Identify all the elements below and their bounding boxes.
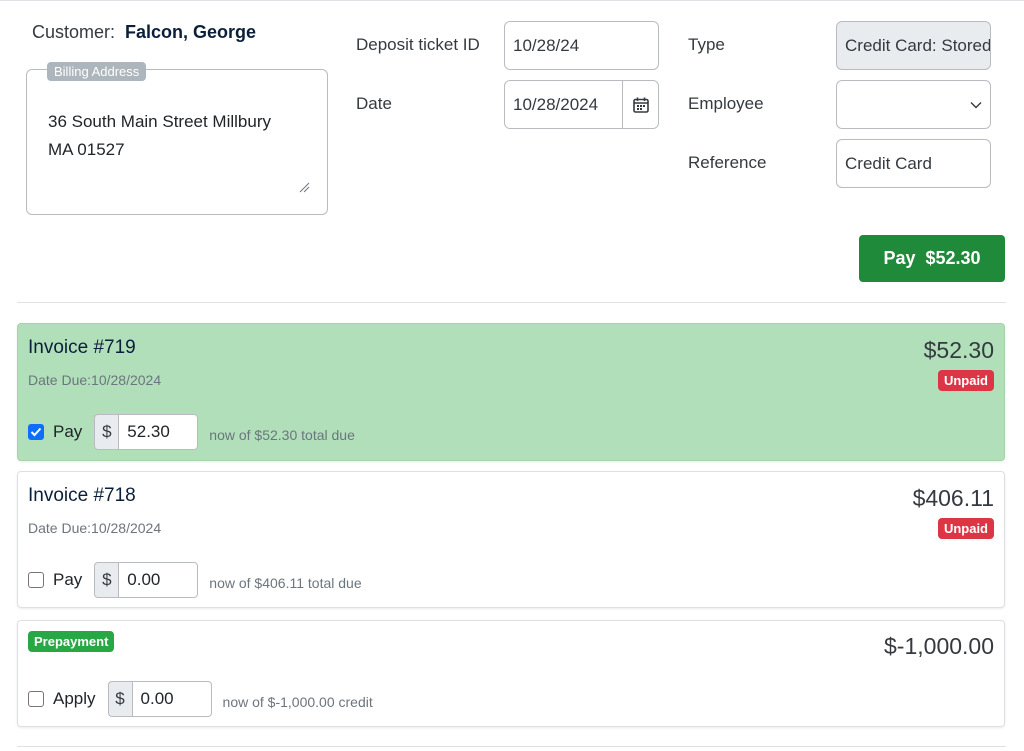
invoice-due-date: Date Due:10/28/2024 [28,372,162,388]
type-value: Credit Card: Stored [845,35,991,55]
date-value: 10/28/2024 [513,94,599,114]
customer-name[interactable]: Falcon, George [125,22,256,42]
apply-checkbox[interactable] [28,691,44,707]
chevron-down-icon [970,101,982,108]
date-input[interactable]: 10/28/2024 [504,80,659,129]
invoice-card: Invoice #718 Date Due:10/28/2024 $406.11… [17,471,1005,608]
apply-amount-group: $ 0.00 [107,681,212,717]
status-badge: Unpaid [937,370,994,391]
invoice-title[interactable]: Invoice #718 [28,485,136,507]
pay-amount-input[interactable]: 52.30 [118,414,199,450]
total-due-note: now of $52.30 total due [209,427,355,443]
credit-note: now of $-1,000.00 credit [222,694,373,710]
reference-label: Reference [688,153,767,172]
invoice-amount: $52.30 [923,337,994,363]
currency-prefix: $ [107,681,132,717]
prepayment-amount: $-1,000.00 [884,633,994,659]
bottom-divider [17,746,1006,747]
pay-amount-group: $ 0.00 [94,562,199,598]
pay-checkbox[interactable] [28,572,44,588]
type-input[interactable]: Credit Card: Stored [836,21,991,70]
pay-amount-input[interactable]: 0.00 [118,562,199,598]
pay-row: Pay $ 0.00 now of $406.11 total due [28,562,362,598]
apply-row: Apply $ 0.00 now of $-1,000.00 credit [28,681,373,717]
prepayment-badge: Prepayment [28,631,115,652]
resize-grip-icon[interactable] [298,181,310,193]
invoice-amount: $406.11 [912,485,994,511]
billing-address-label: Billing Address [47,62,147,81]
invoice-card: Invoice #719 Date Due:10/28/2024 $52.30 … [17,323,1005,461]
section-divider [17,302,1006,303]
total-due-note: now of $406.11 total due [209,575,362,591]
invoice-due-date: Date Due:10/28/2024 [28,520,162,536]
payment-form: Customer: Falcon, George Billing Address … [0,0,1024,751]
top-divider [0,0,1024,1]
apply-checkbox-label: Apply [53,689,96,708]
apply-amount-input[interactable]: 0.00 [131,681,212,717]
employee-select[interactable] [836,80,991,129]
calendar-icon[interactable] [622,81,658,128]
type-label: Type [688,35,725,54]
deposit-ticket-value: 10/28/24 [513,35,580,55]
pay-checkbox[interactable] [28,424,44,440]
employee-label: Employee [688,94,764,113]
pay-amount-group: $ 52.30 [94,414,199,450]
deposit-ticket-label: Deposit ticket ID [356,35,480,54]
pay-button[interactable]: Pay $52.30 [859,235,1005,282]
prepayment-card: Prepayment $-1,000.00 Apply $ 0.00 now o… [17,620,1005,727]
pay-checkbox-label: Pay [53,422,83,441]
currency-prefix: $ [94,414,119,450]
pay-checkbox-label: Pay [53,570,83,589]
pay-row: Pay $ 52.30 now of $52.30 total due [28,414,355,450]
date-label: Date [356,94,392,113]
reference-value: Credit Card [845,153,932,173]
customer-label: Customer: [32,22,116,42]
checkmark-icon [30,427,42,437]
status-badge: Unpaid [937,518,994,539]
reference-input[interactable]: Credit Card [836,139,991,188]
invoice-title[interactable]: Invoice #719 [28,337,136,359]
deposit-ticket-input[interactable]: 10/28/24 [504,21,659,70]
customer-line: Customer: Falcon, George [32,22,256,43]
billing-address-text: 36 South Main Street Millbury MA 01527 [48,112,271,159]
currency-prefix: $ [94,562,119,598]
